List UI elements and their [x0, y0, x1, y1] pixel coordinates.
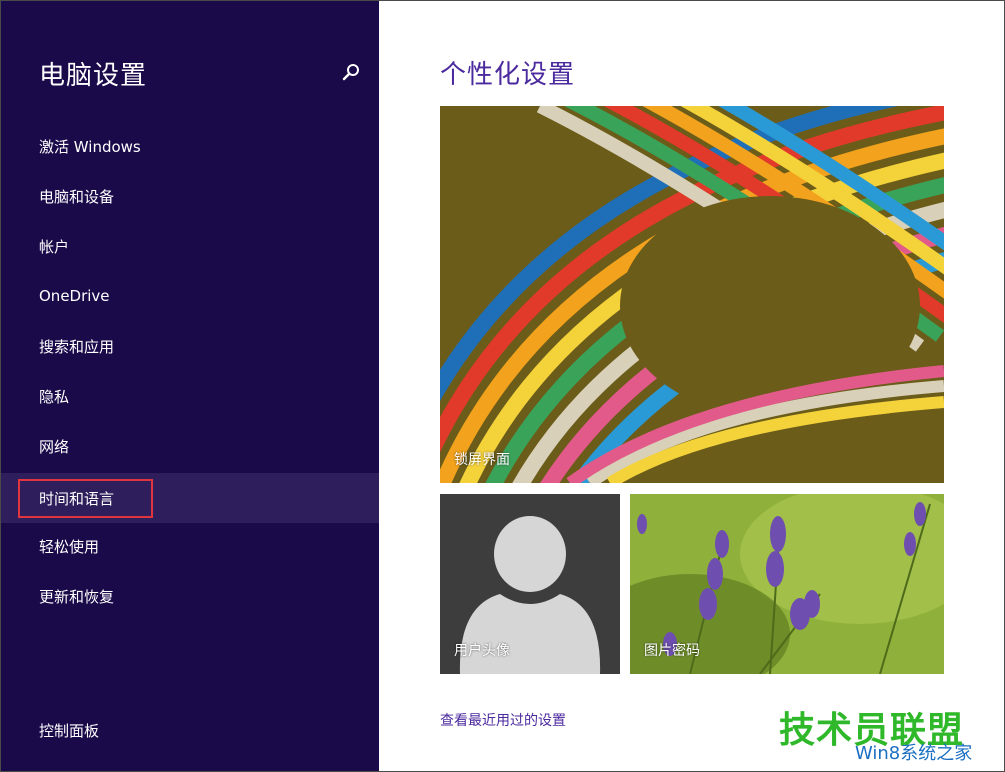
sidebar-item-label: 帐户 [39, 236, 69, 257]
sidebar-item-label: 时间和语言 [39, 488, 114, 509]
sidebar-item-label: 隐私 [39, 386, 69, 407]
sidebar-item-network[interactable]: 网络 [1, 421, 379, 471]
sidebar-item-pc-and-devices[interactable]: 电脑和设备 [1, 171, 379, 221]
control-panel-link[interactable]: 控制面板 [1, 705, 379, 755]
sidebar-item-update-and-recovery[interactable]: 更新和恢复 [1, 571, 379, 621]
recent-settings-link[interactable]: 查看最近用过的设置 [440, 710, 566, 730]
sidebar-item-label: 激活 Windows [39, 136, 141, 157]
sidebar-title: 电脑设置 [39, 55, 147, 92]
sidebar-item-label: 更新和恢复 [39, 586, 114, 607]
sidebar-item-onedrive[interactable]: OneDrive [1, 271, 379, 321]
account-picture-label: 用户头像 [454, 640, 510, 660]
lock-screen-image [440, 106, 944, 483]
main-content: 个性化设置 [380, 1, 1004, 771]
lock-screen-tile[interactable]: 锁屏界面 [440, 106, 944, 483]
sidebar-item-time-and-language[interactable]: 时间和语言 [1, 473, 379, 523]
sidebar-item-activate-windows[interactable]: 激活 Windows [1, 121, 379, 171]
sidebar-item-accounts[interactable]: 帐户 [1, 221, 379, 271]
lock-screen-label: 锁屏界面 [454, 449, 510, 469]
sidebar-item-label: OneDrive [39, 287, 110, 305]
watermark-sub: Win8系统之家 [855, 739, 972, 765]
sidebar-item-search-and-apps[interactable]: 搜索和应用 [1, 321, 379, 371]
sidebar-item-label: 网络 [39, 436, 69, 457]
sidebar-item-privacy[interactable]: 隐私 [1, 371, 379, 421]
sidebar-item-label: 轻松使用 [39, 536, 99, 557]
picture-password-tile[interactable]: 图片密码 [630, 494, 944, 674]
sidebar-item-label: 搜索和应用 [39, 336, 114, 357]
control-panel-label: 控制面板 [39, 720, 99, 741]
picture-password-label: 图片密码 [644, 640, 700, 660]
search-icon[interactable] [339, 61, 363, 85]
sidebar: 电脑设置 激活 Windows 电脑和设备 帐户 OneDrive 搜索和应用 … [1, 1, 379, 771]
page-title: 个性化设置 [440, 54, 575, 91]
pc-settings-window: 电脑设置 激活 Windows 电脑和设备 帐户 OneDrive 搜索和应用 … [0, 0, 1005, 772]
account-picture-tile[interactable]: 用户头像 [440, 494, 620, 674]
sidebar-item-label: 电脑和设备 [39, 186, 114, 207]
sidebar-item-ease-of-access[interactable]: 轻松使用 [1, 521, 379, 571]
watermark-logo: 技术员联盟 Win8系统之家 [775, 701, 1005, 772]
